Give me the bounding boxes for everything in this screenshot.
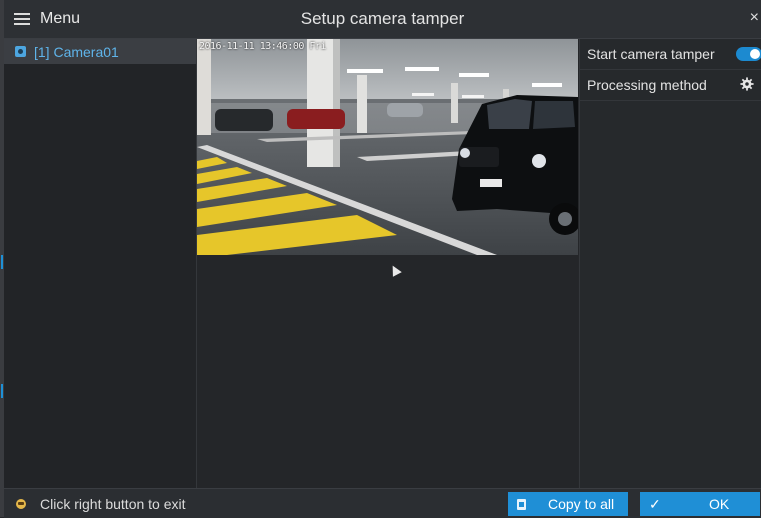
channel-item-camera01[interactable]: [1] Camera01 — [4, 39, 196, 64]
gear-icon[interactable] — [740, 77, 754, 91]
title-bar: Menu Setup camera tamper × — [4, 0, 761, 39]
copy-to-all-button[interactable]: Copy to all — [508, 492, 628, 516]
channel-list: [1] Camera01 — [4, 39, 197, 488]
exit-hint: Click right button to exit — [16, 496, 186, 512]
tamper-toggle[interactable] — [736, 47, 761, 61]
parking-garage-image — [197, 39, 578, 255]
tamper-label: Start camera tamper — [587, 46, 715, 62]
tamper-setting-row: Start camera tamper — [580, 39, 761, 70]
mouse-cursor-icon — [388, 263, 402, 277]
toggle-knob — [750, 49, 760, 59]
edge-marker — [1, 384, 3, 398]
close-icon[interactable]: × — [750, 9, 759, 27]
osd-timestamp: 2016-11-11 13:46:00 Fri — [199, 41, 326, 52]
copy-icon — [517, 498, 526, 510]
ok-button[interactable]: ✓ OK — [640, 492, 760, 516]
processing-method-row: Processing method — [580, 70, 761, 101]
settings-panel: Start camera tamper Processing method — [579, 39, 761, 488]
dialog-title: Setup camera tamper — [300, 9, 465, 28]
preview-area: 2016-11-11 13:46:00 Fri — [197, 39, 578, 488]
copy-to-all-label: Copy to all — [548, 496, 615, 512]
exit-hint-text: Click right button to exit — [40, 496, 186, 512]
mouse-icon — [16, 499, 26, 509]
edge-marker — [1, 255, 3, 269]
check-icon: ✓ — [649, 495, 661, 512]
ok-label: OK — [709, 496, 730, 512]
processing-label: Processing method — [587, 77, 707, 93]
bottom-bar: Click right button to exit Copy to all ✓… — [4, 488, 761, 518]
camera-preview[interactable]: 2016-11-11 13:46:00 Fri — [197, 39, 578, 255]
channel-label: [1] Camera01 — [34, 43, 119, 60]
camera-icon — [15, 46, 26, 57]
